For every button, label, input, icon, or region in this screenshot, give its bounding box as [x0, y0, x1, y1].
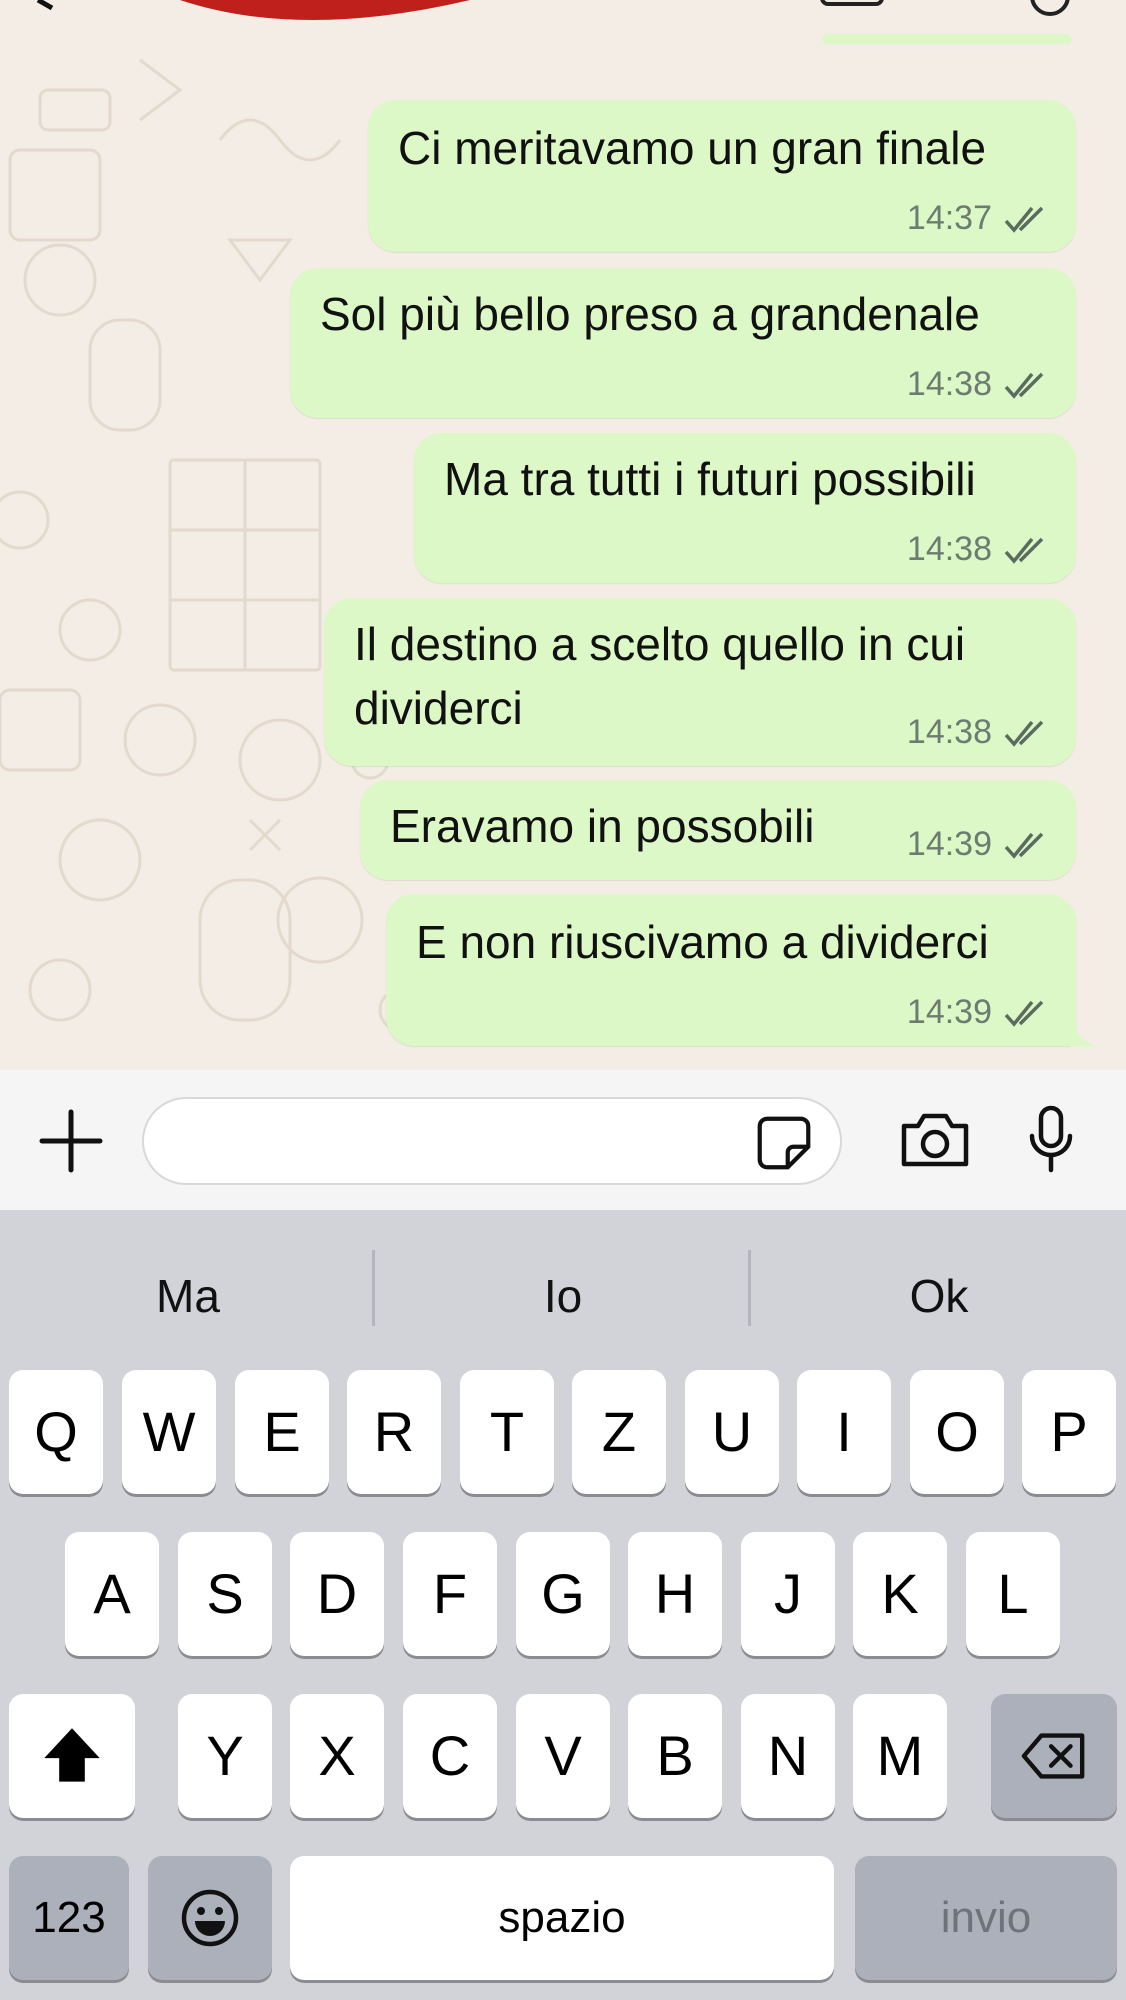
read-receipt-icon — [1004, 372, 1044, 399]
message-text: dividerci — [354, 682, 523, 734]
read-receipt-icon — [1004, 1000, 1044, 1027]
suggestion-3[interactable]: Ok — [754, 1252, 1124, 1340]
read-receipt-icon — [1004, 832, 1044, 859]
read-receipt-icon — [1004, 206, 1044, 233]
message-time: 14:38 — [906, 530, 992, 568]
key-t[interactable]: T — [460, 1370, 554, 1494]
message-bubble[interactable]: Eravamo in possobili 14:39 — [360, 780, 1076, 880]
key-a[interactable]: A — [65, 1532, 159, 1656]
camera-icon[interactable] — [898, 1110, 972, 1170]
key-e[interactable]: E — [235, 1370, 329, 1494]
message-time: 14:37 — [906, 199, 992, 237]
key-v[interactable]: V — [516, 1694, 610, 1818]
key-g[interactable]: G — [516, 1532, 610, 1656]
key-p[interactable]: P — [1022, 1370, 1116, 1494]
numbers-key[interactable]: 123 — [9, 1856, 129, 1980]
emoji-icon — [181, 1889, 239, 1947]
message-bubble[interactable]: Il destino a scelto quello in cui divide… — [324, 598, 1076, 766]
key-l[interactable]: L — [966, 1532, 1060, 1656]
key-d[interactable]: D — [290, 1532, 384, 1656]
key-f[interactable]: F — [403, 1532, 497, 1656]
message-text: Sol più bello preso a grandenale — [320, 288, 980, 340]
key-k[interactable]: K — [853, 1532, 947, 1656]
key-y[interactable]: Y — [178, 1694, 272, 1818]
message-bubble[interactable]: E non riuscivamo a dividerci 14:39 — [386, 894, 1096, 1046]
key-j[interactable]: J — [741, 1532, 835, 1656]
key-z[interactable]: Z — [572, 1370, 666, 1494]
shift-key[interactable] — [9, 1694, 135, 1818]
suggestion-divider — [748, 1250, 751, 1326]
bubble-tail — [1056, 1006, 1096, 1046]
emoji-key[interactable] — [148, 1856, 272, 1980]
message-text: Ma tra tutti i futuri possibili — [444, 453, 976, 505]
space-key[interactable]: spazio — [290, 1856, 834, 1980]
key-h[interactable]: H — [628, 1532, 722, 1656]
top-bar-fragment — [36, 0, 1072, 44]
message-time: 14:38 — [906, 713, 992, 751]
return-key[interactable]: invio — [855, 1856, 1117, 1980]
message-time: 14:39 — [906, 993, 992, 1031]
read-receipt-icon — [1004, 537, 1044, 564]
message-input-bar — [0, 1070, 1126, 1210]
shift-icon — [44, 1728, 100, 1782]
message-time: 14:39 — [906, 825, 992, 863]
key-x[interactable]: X — [290, 1694, 384, 1818]
keyboard: Ma Io Ok Q W E R T Z U I O P A S D F G H… — [0, 1210, 1126, 2000]
message-text: E non riuscivamo a dividerci — [416, 916, 989, 968]
message-text: Il destino a scelto quello in cui — [354, 618, 966, 670]
microphone-icon[interactable] — [1026, 1104, 1076, 1174]
key-b[interactable]: B — [628, 1694, 722, 1818]
message-time: 14:38 — [906, 365, 992, 403]
key-m[interactable]: M — [853, 1694, 947, 1818]
chat-area[interactable]: Ci meritavamo un gran finale 14:37 Sol p… — [0, 0, 1126, 1070]
message-bubble[interactable]: Ma tra tutti i futuri possibili 14:38 — [414, 433, 1076, 583]
suggestion-1[interactable]: Ma — [3, 1252, 373, 1340]
read-receipt-icon — [1004, 720, 1044, 747]
key-s[interactable]: S — [178, 1532, 272, 1656]
message-text: Eravamo in possobili — [390, 800, 815, 852]
message-text: Ci meritavamo un gran finale — [398, 122, 987, 174]
key-o[interactable]: O — [910, 1370, 1004, 1494]
key-u[interactable]: U — [685, 1370, 779, 1494]
message-bubble[interactable]: Ci meritavamo un gran finale 14:37 — [368, 100, 1076, 252]
suggestion-2[interactable]: Io — [378, 1252, 748, 1340]
sticker-icon[interactable] — [756, 1115, 812, 1171]
key-n[interactable]: N — [741, 1694, 835, 1818]
suggestion-divider — [372, 1250, 375, 1326]
key-w[interactable]: W — [122, 1370, 216, 1494]
message-input[interactable] — [142, 1097, 842, 1185]
key-q[interactable]: Q — [9, 1370, 103, 1494]
key-r[interactable]: R — [347, 1370, 441, 1494]
backspace-key[interactable] — [991, 1694, 1117, 1818]
message-bubble[interactable]: Sol più bello preso a grandenale 14:38 — [290, 268, 1076, 418]
key-i[interactable]: I — [797, 1370, 891, 1494]
plus-icon[interactable] — [36, 1106, 106, 1176]
backspace-icon — [1021, 1733, 1085, 1779]
key-c[interactable]: C — [403, 1694, 497, 1818]
